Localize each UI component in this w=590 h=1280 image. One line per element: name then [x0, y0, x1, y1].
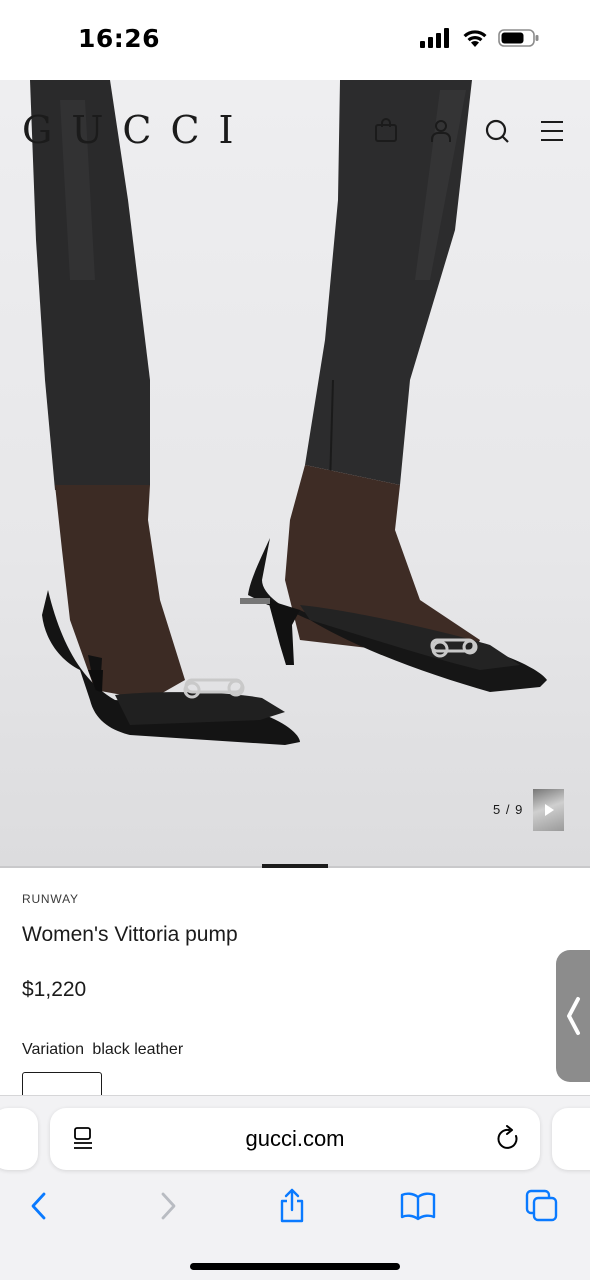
cellular-signal-icon	[420, 28, 449, 48]
product-price: $1,220	[22, 978, 87, 1001]
home-indicator	[190, 1263, 400, 1270]
previous-tab-preview[interactable]	[0, 1108, 38, 1170]
product-image-gallery[interactable]: GUCCI 5 / 9	[0, 80, 590, 868]
status-bar: 16:26	[0, 0, 590, 80]
browser-chrome: gucci.com	[0, 1095, 590, 1280]
side-drawer-tab[interactable]	[556, 950, 590, 1082]
url-text: gucci.com	[245, 1126, 345, 1151]
shopping-bag-icon[interactable]	[371, 116, 401, 146]
variation-label: Variation	[22, 1041, 84, 1058]
next-tab-preview[interactable]	[552, 1108, 590, 1170]
product-collection: RUNWAY	[22, 892, 79, 906]
gallery-counter: 5 / 9	[493, 802, 524, 817]
status-time: 16:26	[78, 24, 161, 53]
video-thumbnail[interactable]	[533, 789, 564, 831]
product-photo	[30, 80, 547, 745]
gucci-logo[interactable]: GUCCI	[22, 108, 253, 152]
account-icon[interactable]	[426, 116, 456, 146]
back-icon[interactable]	[17, 1184, 61, 1228]
menu-icon[interactable]	[537, 116, 567, 146]
share-icon[interactable]	[270, 1184, 314, 1228]
tabs-icon[interactable]	[520, 1184, 564, 1228]
search-icon[interactable]	[482, 116, 512, 146]
bookmarks-icon[interactable]	[396, 1184, 440, 1228]
play-icon	[545, 804, 554, 816]
variation-row: Variation black leather	[22, 1041, 183, 1059]
product-name: Women's Vittoria pump	[22, 923, 238, 946]
status-icons	[420, 28, 540, 48]
variation-value: black leather	[92, 1041, 184, 1058]
chevron-left-icon	[567, 997, 580, 1035]
forward-icon[interactable]	[146, 1184, 190, 1228]
address-bar[interactable]: gucci.com	[50, 1108, 540, 1170]
site-header: GUCCI	[0, 80, 590, 180]
reload-icon[interactable]	[496, 1125, 522, 1153]
product-info: RUNWAY Women's Vittoria pump $1,220 Vari…	[0, 868, 590, 1102]
battery-icon	[498, 29, 539, 47]
wifi-icon	[463, 30, 487, 47]
